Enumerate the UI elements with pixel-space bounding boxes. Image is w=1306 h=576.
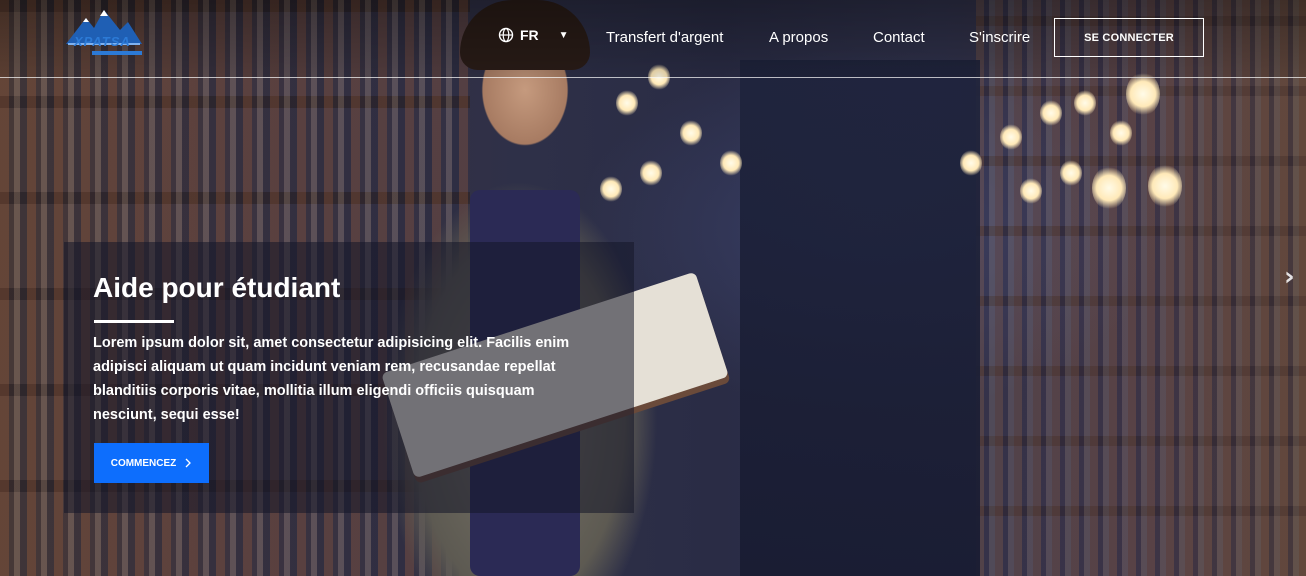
hero-caption-panel: Aide pour étudiant Lorem ipsum dolor sit… — [64, 242, 634, 513]
nav-link-inscrire[interactable]: S'inscrire — [969, 29, 1030, 46]
hero-banner: XPATSA FR ▼ Transfert d'argent A propos … — [0, 0, 1306, 576]
header-divider — [0, 77, 1306, 78]
light-bulb — [1040, 100, 1062, 126]
globe-icon — [498, 27, 514, 43]
light-bulb — [1060, 160, 1082, 186]
light-bulb — [1020, 178, 1042, 204]
light-bulb — [1074, 90, 1096, 116]
nav-link-apropos[interactable]: A propos — [769, 29, 828, 46]
start-button[interactable]: COMMENCEZ — [94, 443, 209, 483]
chevron-right-icon — [185, 458, 192, 468]
light-bulb — [960, 150, 982, 176]
nav-link-contact[interactable]: Contact — [873, 29, 925, 46]
title-underline — [94, 320, 174, 323]
light-bulb — [1148, 164, 1182, 208]
login-button[interactable]: SE CONNECTER — [1054, 18, 1204, 57]
carousel-next-icon[interactable]: › — [1284, 262, 1304, 292]
nav-link-transfert[interactable]: Transfert d'argent — [606, 29, 723, 46]
light-bulb — [720, 150, 742, 176]
hero-title: Aide pour étudiant — [93, 272, 341, 303]
mountain-logo-icon — [66, 10, 142, 45]
light-bulb — [1000, 124, 1022, 150]
light-bulb — [1126, 72, 1160, 116]
caret-down-icon: ▼ — [558, 29, 569, 41]
site-logo[interactable]: XPATSA — [64, 4, 144, 58]
brand-name: XPATSA — [74, 34, 131, 49]
language-code: FR — [520, 27, 539, 43]
brand-underline — [92, 51, 142, 55]
light-bulb — [1110, 120, 1132, 146]
language-selector[interactable]: FR ▼ — [498, 27, 569, 43]
light-bulb — [1092, 166, 1126, 210]
library-aisle-background — [740, 60, 980, 576]
start-button-label: COMMENCEZ — [110, 457, 177, 469]
hero-body: Lorem ipsum dolor sit, amet consectetur … — [93, 335, 570, 423]
